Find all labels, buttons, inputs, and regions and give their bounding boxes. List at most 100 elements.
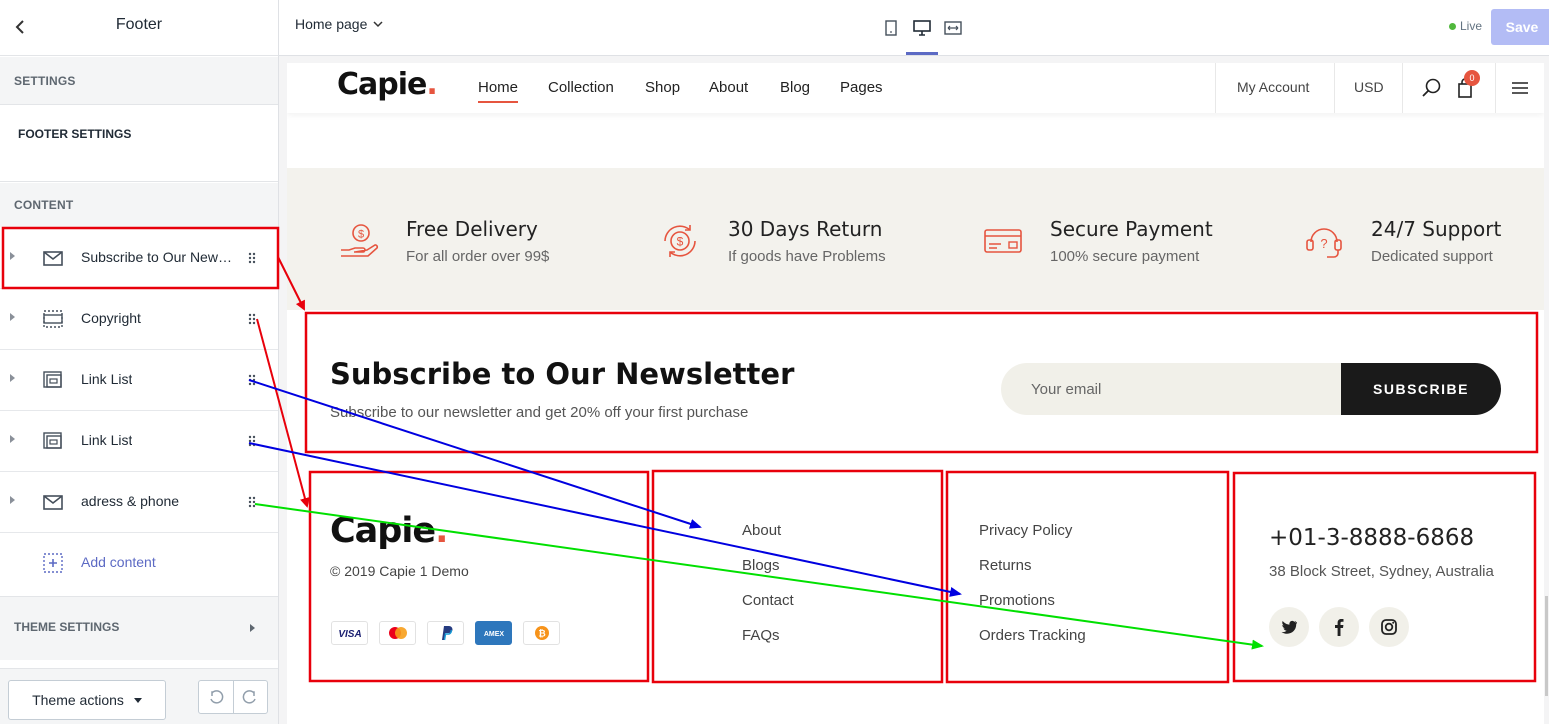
sidebar-item-link-list[interactable]: Link List: [0, 411, 278, 472]
footer-logo[interactable]: Capie.: [330, 511, 448, 551]
svg-text:$: $: [677, 235, 684, 249]
preview-scrollbar[interactable]: [1545, 596, 1548, 696]
redo-icon: [242, 690, 256, 704]
sidebar-item-link-list[interactable]: Link List: [0, 350, 278, 411]
drag-handle-icon[interactable]: [248, 252, 256, 264]
caret-down-icon: [133, 697, 142, 703]
envelope-icon: [43, 251, 63, 266]
feature-subtitle: Dedicated support: [1371, 248, 1493, 265]
nav-blog[interactable]: Blog: [780, 79, 810, 96]
live-dot-icon: [1449, 22, 1456, 30]
feature-support: ? 24/7 Support Dedicated support: [1303, 168, 1543, 310]
add-content-button[interactable]: Add content: [0, 533, 278, 594]
sidebar-item-address-phone[interactable]: adress & phone: [0, 472, 278, 533]
desktop-icon: [913, 20, 931, 36]
hamburger-menu-icon[interactable]: [1509, 77, 1531, 99]
footer-link[interactable]: Orders Tracking: [979, 627, 1086, 644]
live-status: Live: [1449, 19, 1482, 33]
mobile-view-button[interactable]: [880, 17, 902, 39]
page-selector[interactable]: Home page: [295, 16, 383, 32]
settings-label: SETTINGS: [14, 74, 76, 88]
envelope-icon: [43, 495, 63, 510]
nav-pages[interactable]: Pages: [840, 79, 883, 96]
fullscreen-view-button[interactable]: [942, 17, 964, 39]
feature-secure-payment: Secure Payment 100% secure payment: [981, 168, 1261, 310]
phone-number[interactable]: +01-3-8888-6868: [1269, 525, 1474, 551]
link-list-icon: [43, 432, 62, 449]
footer-link[interactable]: Contact: [742, 592, 794, 609]
search-icon[interactable]: [1421, 77, 1443, 99]
header-divider: [1495, 63, 1496, 113]
expand-caret-icon[interactable]: [10, 313, 15, 321]
sidebar-footer: Theme actions: [0, 668, 278, 724]
theme-settings-label: THEME SETTINGS: [14, 620, 120, 634]
svg-text:$: $: [358, 229, 364, 241]
amex-logo: AMEX: [483, 631, 504, 638]
currency-selector[interactable]: USD: [1354, 79, 1384, 95]
store-preview: Capie. Home Collection Shop About Blog P…: [287, 63, 1544, 724]
live-label: Live: [1460, 19, 1483, 33]
nav-collection[interactable]: Collection: [548, 79, 614, 96]
footer-settings-item[interactable]: FOOTER SETTINGS: [0, 104, 278, 182]
undo-button[interactable]: [199, 681, 233, 713]
newsletter-subtitle: Subscribe to our newsletter and get 20% …: [330, 404, 749, 421]
bitcoin-logo: ₿: [534, 626, 549, 640]
expand-caret-icon[interactable]: [10, 252, 15, 260]
amex-wordmark: AMEX: [483, 631, 504, 638]
editor-topbar: Home page Live Save: [279, 0, 1549, 56]
redo-button[interactable]: [232, 681, 268, 713]
desktop-view-button[interactable]: [911, 17, 933, 39]
expand-caret-icon[interactable]: [10, 496, 15, 504]
sidebar-item-label: Link List: [81, 432, 133, 448]
svg-text:?: ?: [1320, 236, 1327, 251]
feature-subtitle: 100% secure payment: [1050, 248, 1200, 265]
footer-link[interactable]: Promotions: [979, 592, 1055, 609]
visa-wordmark: VISA: [338, 629, 361, 639]
footer-link[interactable]: About: [742, 522, 781, 539]
feature-title: 30 Days Return: [728, 217, 883, 241]
header-divider: [1334, 63, 1335, 113]
twitter-icon: [1281, 620, 1297, 634]
theme-settings-item[interactable]: THEME SETTINGS: [0, 596, 278, 660]
copyright-text: © 2019 Capie 1 Demo: [330, 563, 469, 579]
expand-caret-icon[interactable]: [10, 435, 15, 443]
footer-link[interactable]: Blogs: [742, 557, 780, 574]
sidebar-item-label: Subscribe to Our Newsletter: [81, 249, 236, 265]
drag-handle-icon[interactable]: [248, 313, 256, 325]
logo-dot: .: [426, 67, 437, 102]
theme-actions-button[interactable]: Theme actions: [8, 680, 166, 720]
sidebar-item-newsletter[interactable]: Subscribe to Our Newsletter: [0, 228, 278, 289]
footer-link[interactable]: Privacy Policy: [979, 522, 1072, 539]
feature-title: 24/7 Support: [1371, 217, 1502, 241]
newsletter-email-input[interactable]: [1001, 363, 1361, 415]
feature-subtitle: If goods have Problems: [728, 248, 886, 265]
add-content-label: Add content: [81, 554, 156, 570]
drag-handle-icon[interactable]: [248, 374, 256, 386]
expand-caret-icon[interactable]: [10, 374, 15, 382]
sidebar-item-label: adress & phone: [81, 493, 180, 509]
sidebar-item-copyright[interactable]: Copyright: [0, 289, 278, 350]
paypal-logo: [441, 626, 452, 641]
save-button[interactable]: Save: [1491, 9, 1549, 45]
twitter-button[interactable]: [1269, 607, 1309, 647]
footer-link[interactable]: FAQs: [742, 627, 780, 644]
instagram-icon: [1381, 619, 1397, 635]
store-logo[interactable]: Capie.: [337, 67, 438, 102]
footer-link[interactable]: Returns: [979, 557, 1032, 574]
header-divider: [1215, 63, 1216, 113]
mastercard-icon: [379, 621, 416, 645]
subscribe-button[interactable]: SUBSCRIBE: [1341, 363, 1501, 415]
paypal-icon: [427, 621, 464, 645]
nav-home[interactable]: Home: [478, 79, 518, 96]
link-list-icon: [43, 371, 62, 388]
nav-active-underline: [478, 101, 518, 103]
logo-dot: .: [435, 511, 448, 551]
nav-shop[interactable]: Shop: [645, 79, 680, 96]
content-label: CONTENT: [14, 198, 74, 212]
drag-handle-icon[interactable]: [248, 435, 256, 447]
my-account-link[interactable]: My Account: [1237, 79, 1309, 95]
nav-about[interactable]: About: [709, 79, 748, 96]
facebook-button[interactable]: [1319, 607, 1359, 647]
drag-handle-icon[interactable]: [248, 496, 256, 508]
instagram-button[interactable]: [1369, 607, 1409, 647]
